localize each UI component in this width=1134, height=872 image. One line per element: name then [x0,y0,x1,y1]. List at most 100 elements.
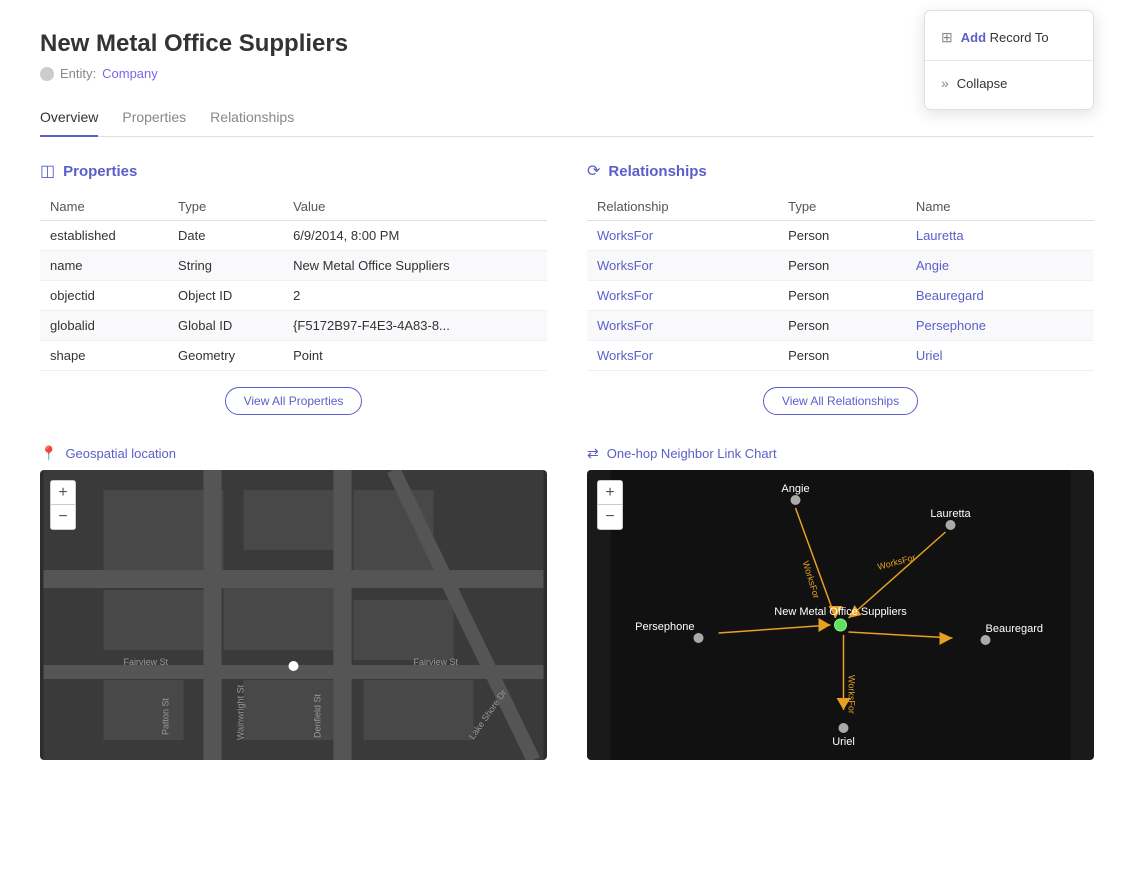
rel-col-name: Name [906,193,1094,221]
rel-type-cell: Person [778,251,906,281]
map-zoom-out-button[interactable]: − [51,505,75,529]
prop-type-cell: Object ID [168,281,283,311]
prop-type-cell: Geometry [168,341,283,371]
geospatial-header: 📍 Geospatial location [40,445,547,462]
prop-name-cell: shape [40,341,168,371]
map-svg: Fairview St Fairview St Patton St Wainwr… [40,470,547,760]
rel-col-relationship: Relationship [587,193,778,221]
table-row: WorksFor Person Persephone [587,311,1094,341]
graph-zoom-in-button[interactable]: + [598,481,622,505]
graph-zoom-out-button[interactable]: − [598,505,622,529]
tab-properties[interactable]: Properties [122,101,186,137]
table-row: objectid Object ID 2 [40,281,547,311]
relationships-table: Relationship Type Name WorksFor Person L… [587,193,1094,371]
prop-col-value: Value [283,193,547,221]
svg-text:Angie: Angie [781,483,809,495]
svg-text:Beauregard: Beauregard [986,623,1044,635]
properties-section: ◫ Properties Name Type Value established… [40,161,547,415]
table-row: shape Geometry Point [40,341,547,371]
svg-text:Lauretta: Lauretta [930,508,971,520]
properties-header: ◫ Properties [40,161,547,181]
svg-text:Uriel: Uriel [832,736,855,748]
table-row: WorksFor Person Beauregard [587,281,1094,311]
rel-col-type: Type [778,193,906,221]
prop-col-type: Type [168,193,283,221]
prop-name-cell: globalid [40,311,168,341]
view-all-relationships-button[interactable]: View All Relationships [763,387,918,415]
entity-value: Company [102,66,158,81]
properties-table: Name Type Value established Date 6/9/201… [40,193,547,371]
prop-value-cell: {F5172B97-F4E3-4A83-8... [283,311,547,341]
table-row: WorksFor Person Angie [587,251,1094,281]
svg-text:Wainwright St: Wainwright St [236,684,246,740]
map-zoom-controls: + − [50,480,76,530]
table-row: WorksFor Person Lauretta [587,221,1094,251]
svg-text:Patton St: Patton St [161,697,171,735]
table-row: globalid Global ID {F5172B97-F4E3-4A83-8… [40,311,547,341]
graph-icon: ⇄ [587,445,599,462]
rel-name-cell[interactable]: Uriel [906,341,1094,371]
graph-title: One-hop Neighbor Link Chart [607,446,777,461]
table-row: WorksFor Person Uriel [587,341,1094,371]
rel-relationship-cell[interactable]: WorksFor [587,341,778,371]
prop-value-cell: New Metal Office Suppliers [283,251,547,281]
collapse-icon: » [941,75,949,91]
svg-text:Fairview St: Fairview St [414,657,459,667]
prop-type-cell: Global ID [168,311,283,341]
tab-overview[interactable]: Overview [40,101,98,137]
rel-relationship-cell[interactable]: WorksFor [587,281,778,311]
entity-label: Entity: [60,66,96,81]
add-record-icon: ⊞ [941,29,953,46]
rel-relationship-cell[interactable]: WorksFor [587,221,778,251]
relationships-section: ⟳ Relationships Relationship Type Name W… [587,161,1094,415]
prop-name-cell: objectid [40,281,168,311]
neighbor-link-chart[interactable]: + − [587,470,1094,760]
prop-value-cell: Point [283,341,547,371]
svg-text:WorksFor: WorksFor [847,675,857,714]
rel-relationship-cell[interactable]: WorksFor [587,311,778,341]
rel-type-cell: Person [778,221,906,251]
geospatial-map[interactable]: + − [40,470,547,760]
geospatial-title: Geospatial location [65,446,176,461]
rel-name-cell[interactable]: Lauretta [906,221,1094,251]
rel-type-cell: Person [778,281,906,311]
table-row: established Date 6/9/2014, 8:00 PM [40,221,547,251]
add-record-label: Add Record To [961,30,1049,45]
view-all-properties-button[interactable]: View All Properties [225,387,363,415]
svg-text:New Metal Office Suppliers: New Metal Office Suppliers [774,606,907,618]
collapse-menu-item[interactable]: » Collapse [925,65,1093,101]
tab-relationships[interactable]: Relationships [210,101,294,137]
svg-text:Denfield St: Denfield St [313,693,323,738]
rel-name-cell[interactable]: Persephone [906,311,1094,341]
map-zoom-in-button[interactable]: + [51,481,75,505]
add-record-menu-item[interactable]: ⊞ Add Record To [925,19,1093,56]
rel-relationship-cell[interactable]: WorksFor [587,251,778,281]
relationships-header: ⟳ Relationships [587,161,1094,181]
geospatial-section: 📍 Geospatial location + − [40,445,547,760]
rel-type-cell: Person [778,341,906,371]
prop-name-cell: established [40,221,168,251]
prop-type-cell: String [168,251,283,281]
table-row: name String New Metal Office Suppliers [40,251,547,281]
prop-value-cell: 2 [283,281,547,311]
collapse-label: Collapse [957,76,1008,91]
graph-zoom-controls: + − [597,480,623,530]
rel-name-cell[interactable]: Beauregard [906,281,1094,311]
prop-col-name: Name [40,193,168,221]
graph-svg: WorksFor WorksFor WorksFor New Metal Off… [587,470,1094,760]
svg-text:Persephone: Persephone [635,621,694,633]
properties-title: Properties [63,163,137,180]
properties-icon: ◫ [40,161,55,181]
relationships-title: Relationships [608,163,706,180]
svg-text:Fairview St: Fairview St [124,657,169,667]
rel-type-cell: Person [778,311,906,341]
dropdown-menu: ⊞ Add Record To » Collapse [924,10,1094,110]
dropdown-divider [925,60,1093,61]
prop-value-cell: 6/9/2014, 8:00 PM [283,221,547,251]
location-pin-icon: 📍 [40,445,57,462]
relationships-icon: ⟳ [587,161,600,181]
prop-name-cell: name [40,251,168,281]
rel-name-cell[interactable]: Angie [906,251,1094,281]
entity-dot-icon [40,67,54,81]
graph-header: ⇄ One-hop Neighbor Link Chart [587,445,1094,462]
